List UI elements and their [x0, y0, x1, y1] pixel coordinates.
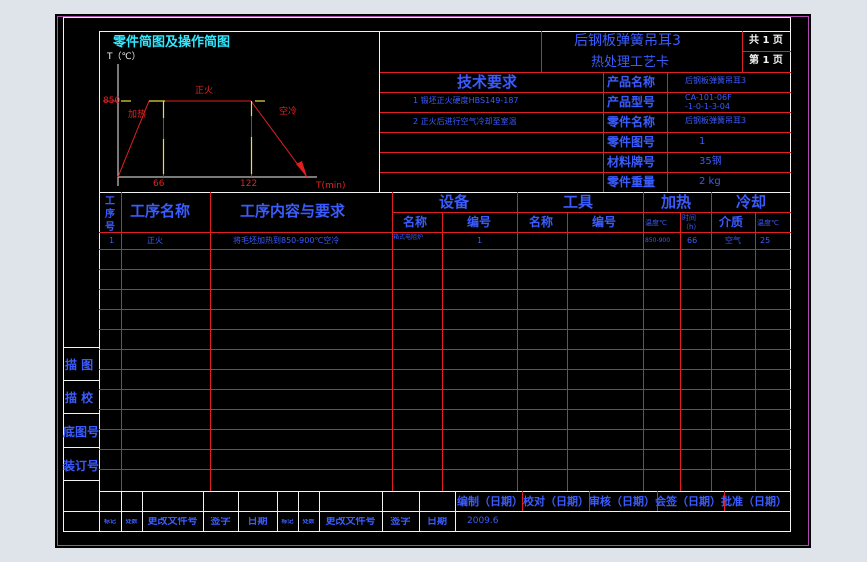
- tech-item-2: 2 正火后进行空气冷却至室温: [413, 117, 517, 126]
- row-cool-temp: 25: [760, 236, 771, 245]
- part-info-value: 35钢: [699, 156, 722, 167]
- part-info-value: 1: [699, 136, 706, 147]
- row-seq: 1: [109, 236, 115, 245]
- row-name: 正火: [147, 236, 163, 245]
- revision-cell: 签字: [390, 517, 411, 527]
- col-content-header: 工序内容与要求: [240, 202, 346, 220]
- part-info-label: 零件名称: [607, 115, 656, 129]
- part-title: 后钢板弹簧吊耳3: [574, 33, 681, 49]
- sign-date: 2009.6: [467, 516, 499, 526]
- current-page: 第 1 页: [749, 55, 783, 66]
- tools-header: 工具: [563, 193, 594, 211]
- cooling-arrow-head: [296, 161, 307, 177]
- row-equip-name: 箱式电阻炉: [393, 234, 424, 241]
- revision-cell: 签字: [210, 517, 231, 527]
- revision-cell: 处数: [125, 519, 138, 525]
- side-trace: 描 图: [65, 358, 94, 372]
- cool-medium-header: 介质: [719, 215, 744, 229]
- t1-label: 66: [153, 179, 165, 189]
- tech-title: 技术要求: [457, 73, 518, 91]
- temp-label: 850: [103, 96, 121, 106]
- cool-temp-header: 温度℃: [757, 219, 779, 227]
- part-info-label: 零件重量: [607, 175, 656, 189]
- part-info-label: 材料牌号: [607, 155, 656, 169]
- row-equip-no: 1: [477, 236, 483, 245]
- graph-title: 零件简图及操作简图: [113, 35, 231, 50]
- side-bind-no: 装订号: [63, 459, 100, 473]
- part-info-label: 产品型号: [607, 95, 656, 109]
- heat-label: 加热: [128, 110, 147, 120]
- card-title: 热处理工艺卡: [591, 55, 670, 70]
- revision-cell: 标记: [281, 519, 294, 525]
- side-base-no: 底图号: [63, 425, 100, 439]
- aircool-label: 空冷: [279, 107, 298, 117]
- tool-name-header: 名称: [529, 215, 554, 229]
- row-medium: 空气: [725, 236, 741, 245]
- equip-no-header: 编号: [467, 215, 492, 229]
- revision-cell: 更改文件号: [325, 517, 376, 527]
- part-info-label: 产品名称: [607, 75, 656, 89]
- x-axis-label: T(min): [316, 181, 346, 191]
- total-pages: 共 1 页: [749, 35, 783, 46]
- equip-name-header: 名称: [403, 215, 428, 229]
- revision-cell: 处数: [302, 519, 315, 525]
- part-info-value: 后钢板弹簧吊耳3: [685, 76, 747, 85]
- revision-cell: 日期: [427, 517, 447, 527]
- col-name-header: 工序名称: [130, 202, 191, 220]
- revision-cell: 日期: [247, 517, 268, 527]
- t2-label: 122: [240, 179, 258, 189]
- side-trace-check: 描 校: [65, 391, 94, 405]
- heat-temp-header: 温度℃: [645, 219, 667, 227]
- tool-no-header: 编号: [592, 215, 617, 229]
- heat-time-header: 时间（h）: [682, 214, 701, 231]
- part-info-value: CA-101-06F -1-0-1-3-04: [685, 93, 732, 111]
- y-axis-label: T（℃）: [107, 52, 141, 62]
- tech-item-1: 1 锻坯正火硬度HBS149-187: [413, 96, 519, 105]
- row-time: 66: [687, 236, 698, 245]
- part-info-label: 零件图号: [607, 135, 656, 149]
- part-info-value: 后钢板弹簧吊耳3: [685, 116, 747, 125]
- heating-header: 加热: [661, 193, 692, 211]
- normalize-label: 正火: [195, 86, 214, 96]
- row-content: 将毛坯加热到850-900℃空冷: [233, 236, 340, 245]
- equip-header: 设备: [439, 193, 470, 211]
- revision-cell: 标记: [103, 519, 116, 525]
- part-info-value: 2 kg: [699, 176, 721, 187]
- col-seq-header: 工序号: [105, 196, 115, 233]
- sign-labels: 编制（日期）校对（日期）审核（日期）会签（日期）批准（日期）: [457, 495, 787, 508]
- drawing-sheet: 零件简图及操作简图 T（℃） 850 加热 正火 空冷 66 122 T(min…: [55, 14, 811, 548]
- row-temp: 850-900: [645, 237, 671, 244]
- cooling-header: 冷却: [736, 193, 767, 211]
- revision-cell: 更改文件号: [147, 517, 198, 527]
